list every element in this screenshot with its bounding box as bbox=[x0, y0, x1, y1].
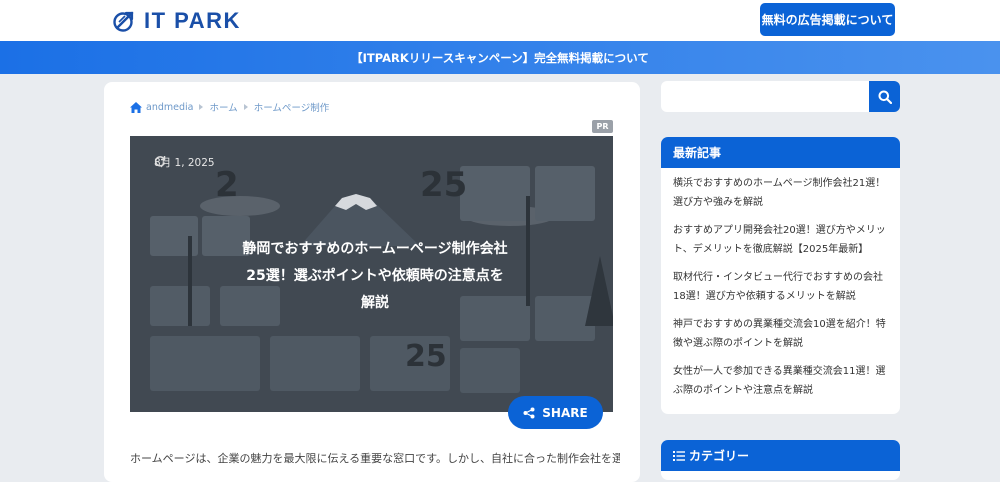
share-label: SHARE bbox=[542, 405, 588, 420]
recent-post-link[interactable]: 神戸でおすすめの異業種交流会10選を紹介！特徴や選ぶ際のポイントを解説 bbox=[673, 315, 888, 353]
logo-icon bbox=[113, 11, 134, 32]
pr-badge: PR bbox=[592, 120, 613, 133]
free-ad-button[interactable]: 無料の広告掲載について bbox=[760, 3, 895, 36]
search-box bbox=[661, 81, 900, 112]
site-logo[interactable]: IT PARK bbox=[112, 7, 241, 35]
svg-text:25: 25 bbox=[420, 165, 467, 205]
share-button[interactable]: SHARE bbox=[508, 396, 603, 429]
search-button[interactable] bbox=[869, 81, 900, 112]
category-widget-title: カテゴリー bbox=[689, 449, 750, 463]
recent-post-link[interactable]: 横浜でおすすめのホームページ制作会社21選！選び方や強みを解説 bbox=[673, 174, 888, 212]
list-icon bbox=[673, 450, 685, 461]
recent-post-link[interactable]: 取材代行・インタビュー代行でおすすめの会社18選！選び方や依頼するメリットを解説 bbox=[673, 268, 888, 306]
recent-post-link[interactable]: おすすめアプリ開発会社20選！選び方やメリット、デメリットを徹底解説【2025年… bbox=[673, 221, 888, 259]
breadcrumb-item-category[interactable]: ホームページ制作 bbox=[254, 100, 330, 114]
search-icon bbox=[878, 90, 892, 104]
home-icon bbox=[130, 101, 142, 113]
breadcrumb: andmedia ホーム ホームページ制作 bbox=[130, 100, 329, 114]
search-input[interactable] bbox=[661, 81, 869, 112]
recent-posts-widget: 最新記事 横浜でおすすめのホームページ制作会社21選！選び方や強みを解説 おすす… bbox=[661, 137, 900, 414]
article-intro: ホームページは、企業の魅力を最大限に伝える重要な窓口です。しかし、自社に合った制… bbox=[130, 452, 620, 465]
refresh-icon bbox=[154, 156, 166, 167]
breadcrumb-item-home[interactable]: ホーム bbox=[209, 100, 237, 114]
breadcrumb-item-andmedia[interactable]: andmedia bbox=[146, 102, 193, 113]
recent-post-link[interactable]: 女性が一人で参加できる異業種交流会11選！選ぶ際のポイントや注意点を解説 bbox=[673, 362, 888, 400]
recent-posts-title: 最新記事 bbox=[661, 137, 900, 168]
site-header: IT PARK 無料の広告掲載について bbox=[0, 0, 1000, 41]
article-title[interactable]: 静岡でおすすめのホームーページ制作会社25選！選ぶポイントや依頼時の注意点を解説 bbox=[240, 236, 510, 317]
article-hero-image[interactable]: 2 25 25 8月 1, 2025 静岡でおすすめのホームーページ制作会社25… bbox=[130, 136, 613, 412]
campaign-banner[interactable]: 【ITPARKリリースキャンペーン】完全無料掲載について bbox=[0, 41, 1000, 74]
campaign-banner-text[interactable]: 【ITPARKリリースキャンペーン】完全無料掲載について bbox=[351, 50, 649, 66]
svg-text:2: 2 bbox=[215, 165, 239, 205]
breadcrumb-separator-icon bbox=[243, 104, 248, 110]
breadcrumb-separator-icon bbox=[199, 104, 204, 110]
share-icon bbox=[523, 407, 535, 418]
logo-text: IT PARK bbox=[144, 8, 241, 33]
article-date: 8月 1, 2025 bbox=[154, 155, 215, 170]
svg-text:25: 25 bbox=[405, 339, 447, 374]
category-widget-head: カテゴリー bbox=[661, 440, 900, 471]
article-card: andmedia ホーム ホームページ制作 PR 2 25 25 8月 1, 2… bbox=[104, 82, 640, 482]
recent-posts-list: 横浜でおすすめのホームページ制作会社21選！選び方や強みを解説 おすすめアプリ開… bbox=[661, 168, 900, 400]
category-widget: カテゴリー bbox=[661, 440, 900, 480]
